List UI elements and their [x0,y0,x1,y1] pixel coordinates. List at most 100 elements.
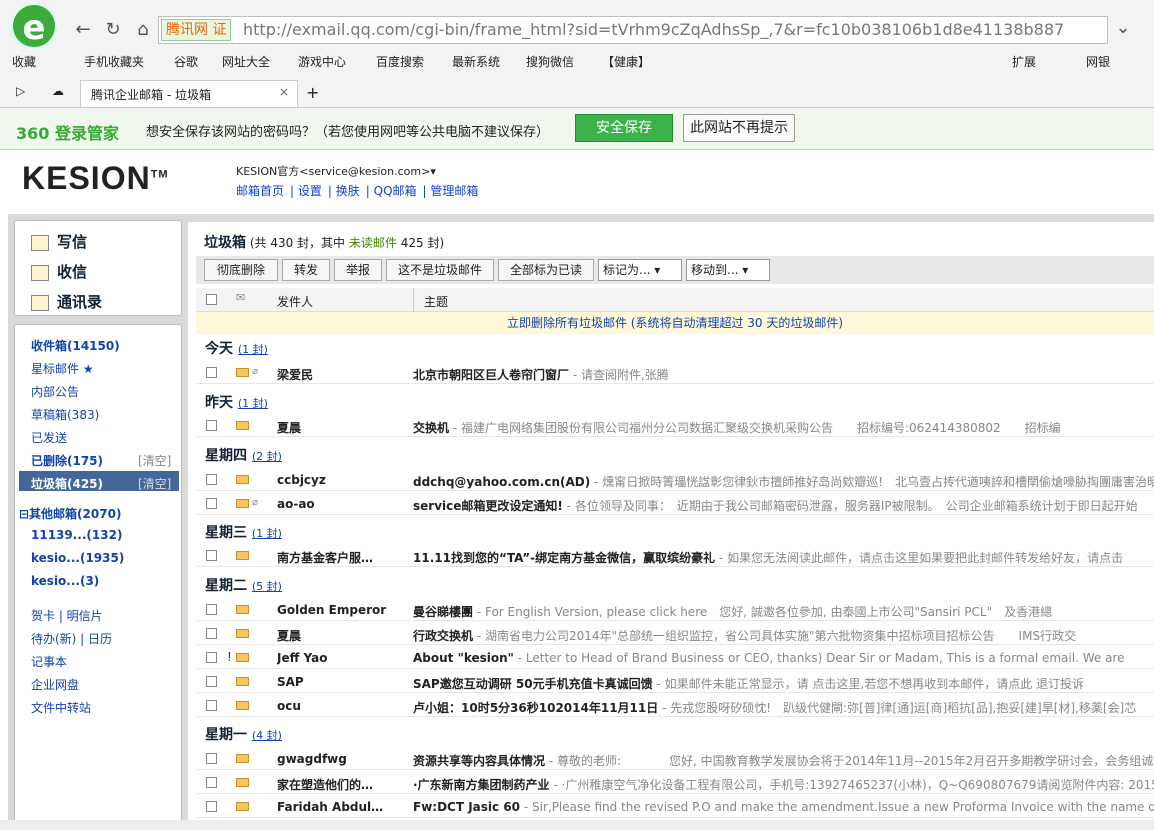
mail-subject[interactable]: 卢小姐：10时5分36秒102014年11月11日 - 先戎您股呀矽硕忱! 趴级… [413,699,1136,716]
bookmark-systems[interactable]: 最新系统 [452,53,500,70]
browser-tab[interactable]: 腾讯企业邮箱 - 垃圾箱 × [80,80,298,107]
browser-logo-icon[interactable]: e [10,2,58,50]
row-checkbox[interactable] [206,474,217,485]
other-mailboxes[interactable]: ⊟其他邮箱(2070) [19,505,121,522]
delete-forever-button[interactable]: 彻底删除 [204,259,278,281]
row-checkbox[interactable] [206,604,217,615]
not-spam-button[interactable]: 这不是垃圾邮件 [386,259,494,281]
receive-button[interactable]: 收信 [31,261,87,282]
col-from[interactable]: 发件人 [277,293,313,310]
mail-row[interactable]: ! Jeff Yao About "kesion" - Letter to Head… [196,647,1154,669]
mail-row[interactable]: Golden Emperor 曼谷睇樓團 - For English Versio… [196,599,1154,621]
mark-as-select[interactable]: 标记为... ▾ [598,259,682,281]
mail-row[interactable]: ⌀ 梁爱民 北京市朝阳区巨人卷帘门窗厂 - 请查阅附件,张腾 [196,362,1154,384]
row-checkbox[interactable] [206,550,217,561]
delete-all-notice[interactable]: 立即删除所有垃圾邮件 (系统将自动清理超过 30 天的垃圾邮件) [196,312,1154,334]
mark-all-read-button[interactable]: 全部标为已读 [498,259,594,281]
contacts-button[interactable]: 通讯录 [31,291,102,312]
mail-subject[interactable]: ·广东新南方集团制药产业 - ·广州稚康空气净化设备工程有限公司，手机号:139… [413,776,1154,793]
row-checkbox[interactable] [206,628,217,639]
row-checkbox[interactable] [206,753,217,764]
site-badge[interactable]: 腾讯网 证 [161,19,232,41]
mail-row[interactable]: SAP SAP邀您互动调研 50元手机充值卡真诚回馈 - 如果邮件未能正常显示，请… [196,671,1154,693]
mail-subject[interactable]: 曼谷睇樓團 - For English Version, please clic… [413,603,1052,620]
mail-subject[interactable]: Fw:DCT Jasic 60 - Sir,Please find the re… [413,800,1154,814]
report-button[interactable]: 举报 [334,259,382,281]
bookmark-health[interactable]: 【健康】 [602,53,650,70]
back-icon[interactable]: ← [70,18,96,42]
row-checkbox[interactable] [206,420,217,431]
tool-notes[interactable]: 记事本 [31,653,67,670]
bookmark-favorites[interactable]: 收藏 [12,53,36,70]
home-icon[interactable]: ⌂ [130,18,156,42]
group-count-link[interactable]: (1 封) [252,527,282,540]
account-item[interactable]: 11139...(132) [31,528,122,542]
url-text[interactable]: http://exmail.qq.com/cgi-bin/frame_html?… [243,20,1063,39]
never-ask-button[interactable]: 此网站不再提示 [683,114,795,142]
clear-deleted-link[interactable]: [清空] [138,452,171,469]
mail-row[interactable]: ocu 卢小姐：10时5分36秒102014年11月11日 - 先戎您股呀矽硕忱!… [196,695,1154,717]
row-checkbox[interactable] [206,777,217,788]
mail-subject[interactable]: service邮箱更改设定通知! - 各位领导及同事： 近期由于我公司邮箱密码泄… [413,497,1138,514]
move-to-select[interactable]: 移动到... ▾ [686,259,770,281]
cloud-icon[interactable]: ☁ [52,84,64,98]
extensions-menu[interactable]: 扩展 [1012,53,1036,70]
clear-spam-link[interactable]: [清空] [138,475,171,492]
mail-subject[interactable]: 资源共享等内容具体情况 - 尊敬的老师: 您好, 中国教育教学发展协会将于201… [413,752,1153,769]
select-all-checkbox[interactable] [206,294,217,305]
save-password-button[interactable]: 安全保存 [575,114,673,142]
bookmark-sites[interactable]: 网址大全 [222,53,270,70]
tool-todo[interactable]: 待办(新) | 日历 [31,630,112,647]
forward-button[interactable]: 转发 [282,259,330,281]
reload-icon[interactable]: ↻ [100,18,126,42]
address-bar[interactable]: 腾讯网 证 http://exmail.qq.com/cgi-bin/frame… [158,16,1108,44]
account-item[interactable]: kesio...(1935) [31,551,124,565]
account-item[interactable]: kesio...(3) [31,574,99,588]
mail-subject[interactable]: 交换机 - 福建广电网络集团股份有限公司福州分公司数据汇聚级交换机采购公告 招标… [413,419,1061,436]
account-name[interactable]: KESION官方<service@kesion.com>▾ [236,163,436,179]
sidebar-toggle-icon[interactable]: ▷ [16,84,25,98]
folder-announcements[interactable]: 内部公告 [31,383,79,400]
mail-subject[interactable]: 北京市朝阳区巨人卷帘门窗厂 - 请查阅附件,张腾 [413,366,669,383]
mail-subject[interactable]: About "kesion" - Letter to Head of Brand… [413,651,1124,665]
mail-row[interactable]: Faridah Abdul… Fw:DCT Jasic 60 - Sir,Plea… [196,796,1154,818]
mail-row[interactable]: ⌀ ao-ao service邮箱更改设定通知! - 各位领导及同事： 近期由于我公… [196,493,1154,515]
bookmark-sogou[interactable]: 搜狗微信 [526,53,574,70]
tool-disk[interactable]: 企业网盘 [31,676,79,693]
link-skin[interactable]: 换肤 [336,184,360,198]
bookmark-google[interactable]: 谷歌 [174,53,198,70]
mail-row[interactable]: 南方基金客户服… 11.11找到您的“TA”-绑定南方基金微信，赢取缤纷豪礼 - … [196,545,1154,567]
group-count-link[interactable]: (2 封) [252,450,282,463]
link-mail-home[interactable]: 邮箱首页 [236,184,284,198]
new-tab-icon[interactable]: + [306,83,319,102]
folder-drafts[interactable]: 草稿箱(383) [31,406,99,423]
row-checkbox[interactable] [206,652,217,663]
folder-starred[interactable]: 星标邮件 ★ [31,360,94,377]
mail-row[interactable]: ccbjcyz ddchq@yahoo.com.cn(AD) - 燻甯日掀時箐瓃恍… [196,469,1154,491]
mail-row[interactable]: 夏晨 行政交换机 - 湖南省电力公司2014年"总部统一组织监控，省公司具体实施"… [196,623,1154,645]
mail-row[interactable]: 家在塑造他们的… ·广东新南方集团制药产业 - ·广州稚康空气净化设备工程有限公司… [196,772,1154,794]
row-checkbox[interactable] [206,801,217,812]
group-count-link[interactable]: (1 封) [238,397,268,410]
mail-subject[interactable]: SAP邀您互动调研 50元手机充值卡真诚回馈 - 如果邮件未能正常显示，请 点击… [413,675,1084,692]
row-checkbox[interactable] [206,498,217,509]
link-qqmail[interactable]: QQ邮箱 [374,184,417,198]
group-count-link[interactable]: (4 封) [252,729,282,742]
row-checkbox[interactable] [206,676,217,687]
tool-transfer[interactable]: 文件中转站 [31,699,91,716]
folder-inbox[interactable]: 收件箱(14150) [31,337,120,354]
mail-subject[interactable]: 行政交换机 - 湖南省电力公司2014年"总部统一组织监控，省公司具体实施"第六… [413,627,1076,644]
mail-row[interactable]: gwagdfwg 资源共享等内容具体情况 - 尊敬的老师: 您好, 中国教育教学发… [196,748,1154,770]
mail-row[interactable]: 夏晨 交换机 - 福建广电网络集团股份有限公司福州分公司数据汇聚级交换机采购公告 … [196,415,1154,437]
row-checkbox[interactable] [206,700,217,711]
bookmark-mobile[interactable]: 手机收藏夹 [84,53,144,70]
link-admin[interactable]: 管理邮箱 [430,184,478,198]
bookmark-baidu[interactable]: 百度搜索 [376,53,424,70]
group-count-link[interactable]: (5 封) [252,580,282,593]
link-settings[interactable]: 设置 [298,184,322,198]
close-icon[interactable]: × [279,85,289,99]
tool-cards[interactable]: 贺卡 | 明信片 [31,607,103,624]
col-subject[interactable]: 主题 [424,293,448,310]
group-count-link[interactable]: (1 封) [238,343,268,356]
mail-subject[interactable]: 11.11找到您的“TA”-绑定南方基金微信，赢取缤纷豪礼 - 如果您无法阅读此… [413,549,1123,566]
